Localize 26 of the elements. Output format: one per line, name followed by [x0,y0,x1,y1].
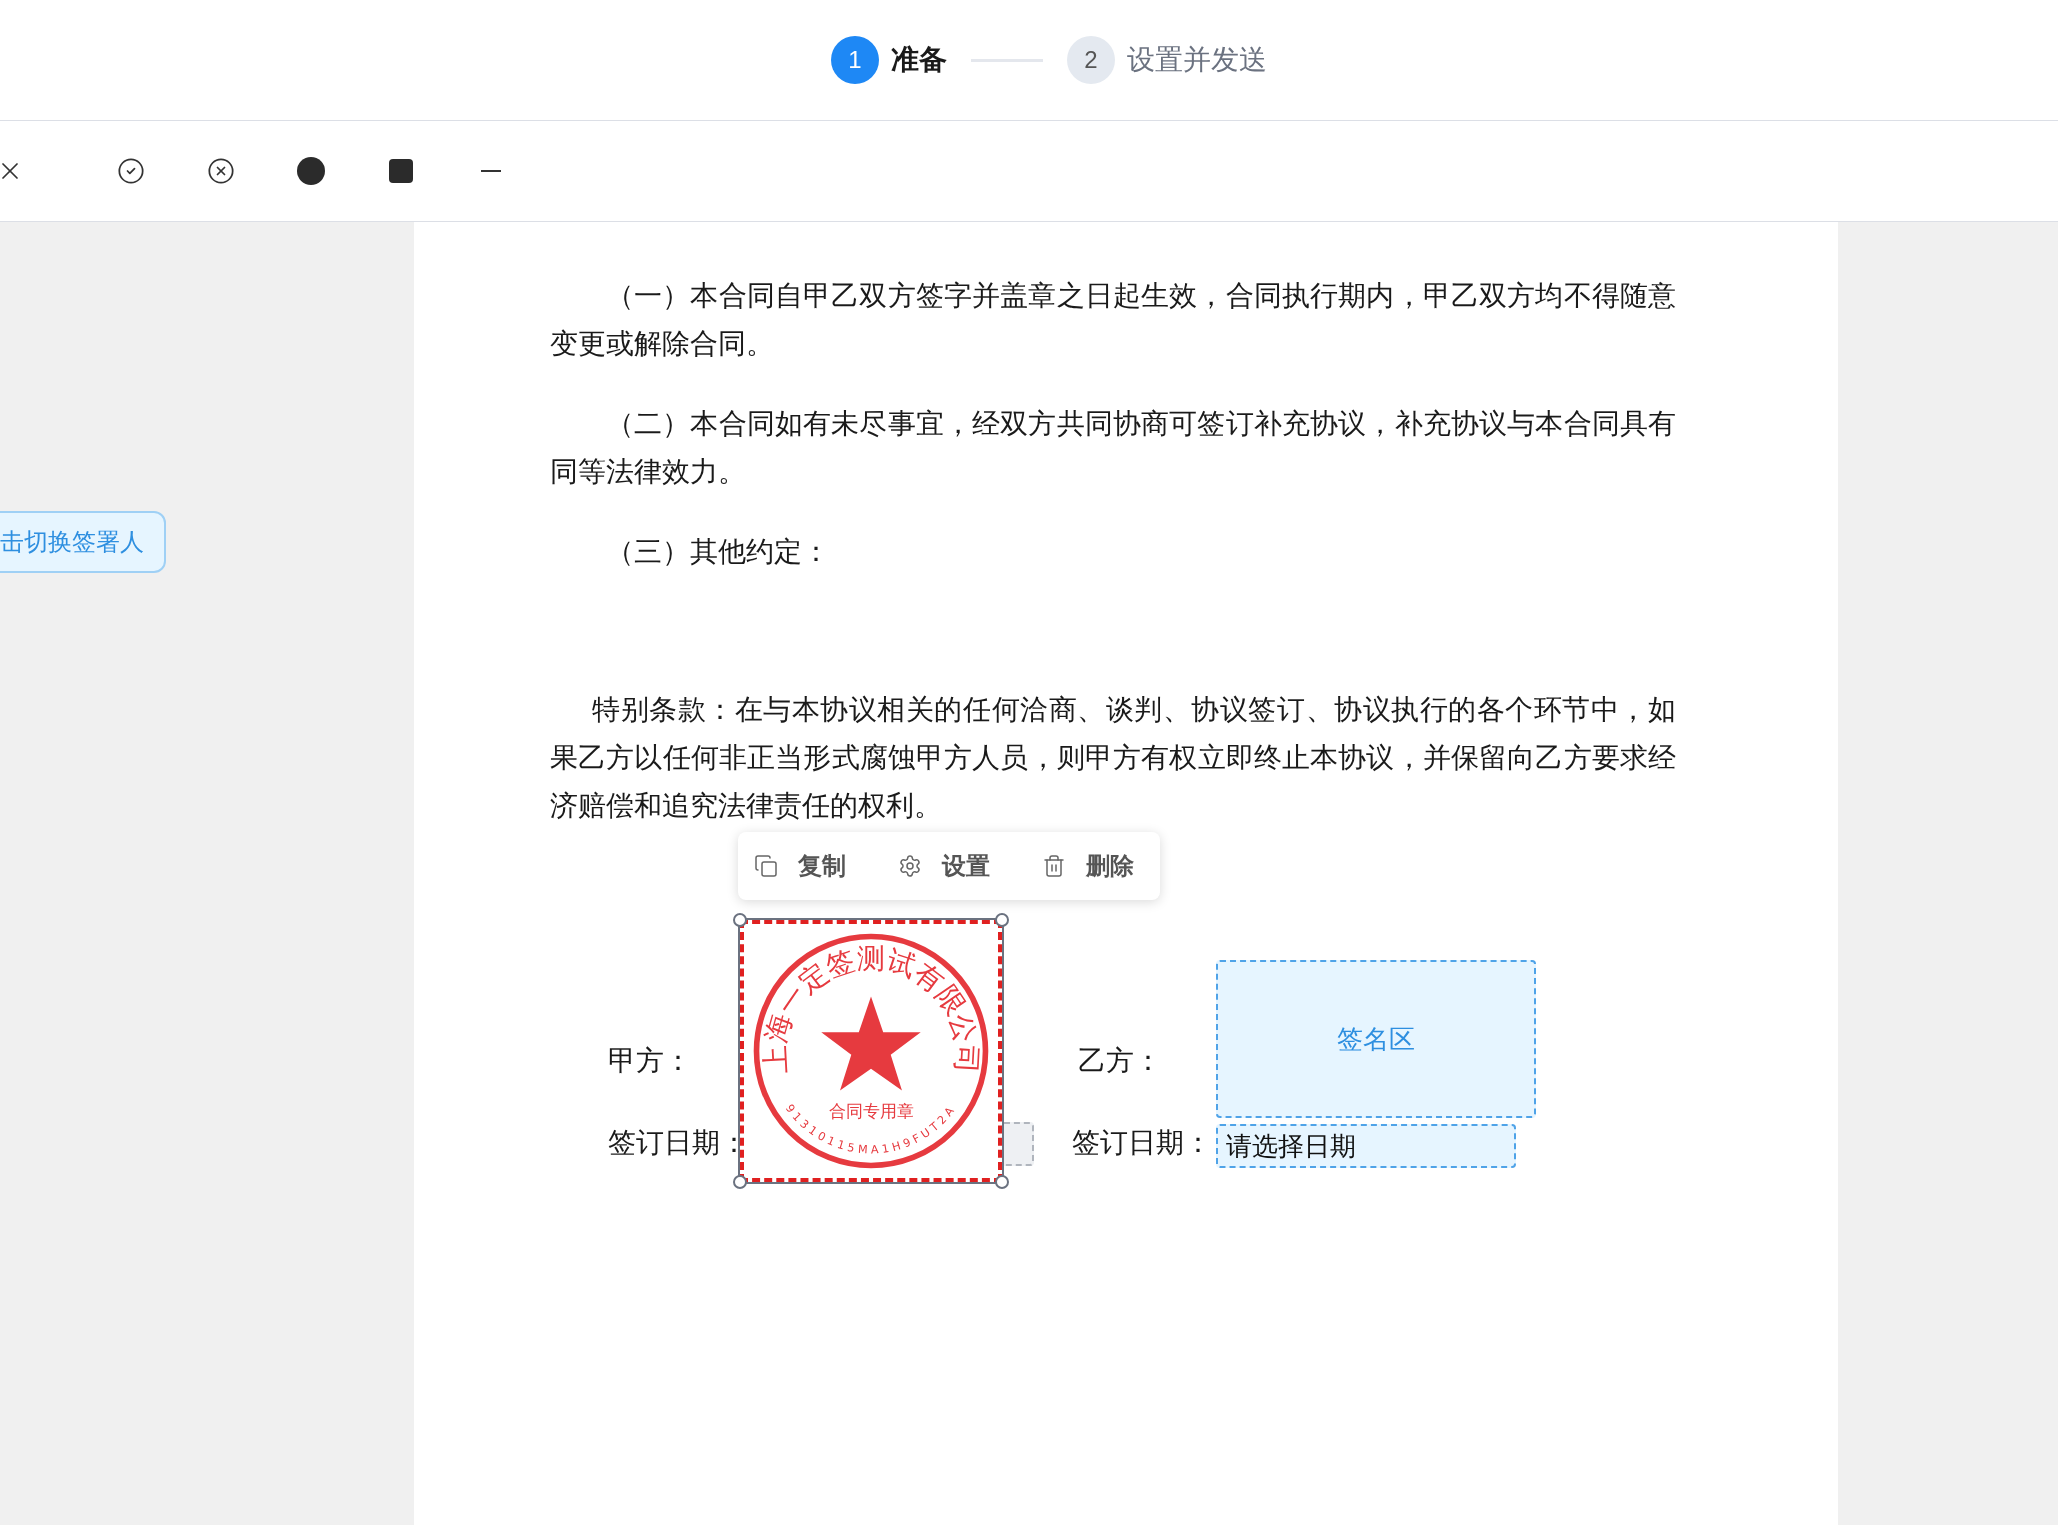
resize-handle[interactable] [733,1175,747,1189]
party-label: 甲方： [608,1044,692,1078]
stamp-action-button[interactable]: 删除 [1042,848,1134,884]
resize-handle[interactable] [733,913,747,927]
settings-icon [898,854,922,878]
resize-handle[interactable] [995,1175,1009,1189]
contract-paragraph: 特别条款：在与本协议相关的任何洽商、谈判、协议签订、协议执行的各个环节中，如果乙方以任何非正当形式腐蚀甲方人员，则甲方有权立即终止本协议，并保留向乙方要求经济赔偿和追究法律责任的权利。 [550,693,1676,823]
date-field[interactable] [1004,1122,1034,1166]
square-icon[interactable] [389,159,413,183]
contract-paragraph: （三）其他约定： [605,535,831,569]
step-label: 设置并发送 [1127,43,1267,77]
signing-date-label: 签订日期： [1072,1126,1212,1160]
contract-paragraph: （一）本合同自甲乙双方签字并盖章之日起生效，合同执行期内，甲乙双方均不得随意变更或解除合同。 [550,279,1676,361]
party-label: 乙方： [1078,1044,1162,1078]
contract-paragraph: （二）本合同如有未尽事宜，经双方共同协商可签订补充协议，补充协议与本合同具有同等法律效力。 [550,407,1676,489]
step-number: 1 [831,36,879,84]
step-number: 2 [1067,36,1115,84]
stamp-action-button[interactable]: 复制 [754,848,846,884]
check-circle-icon[interactable] [117,157,145,185]
stamp-action-button[interactable]: 设置 [898,848,990,884]
step-label: 准备 [891,43,947,77]
delete-icon [1042,854,1066,878]
date-field[interactable]: 请选择日期 [1216,1124,1516,1168]
x-circle-icon[interactable] [207,157,235,185]
resize-handle[interactable] [995,913,1009,927]
copy-icon [754,854,778,878]
